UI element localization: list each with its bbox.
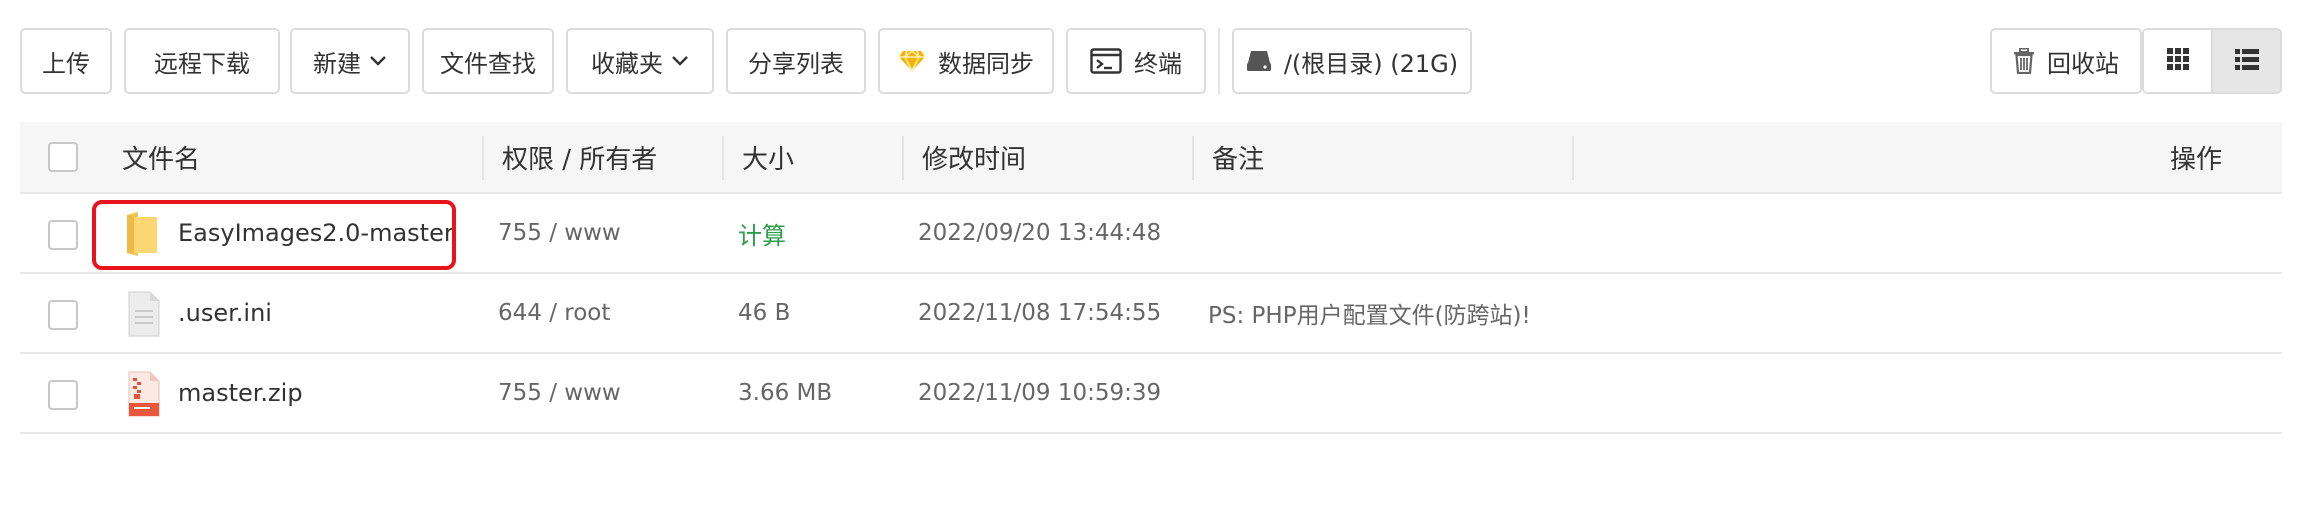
file-size: 3.66 MB <box>738 380 833 406</box>
new-dropdown-button[interactable]: 新建 <box>290 28 410 94</box>
toolbar: 上传 远程下载 新建 文件查找 收藏夹 分享列表 数据同步 终端 /(根目录) … <box>20 28 2282 96</box>
table-header: 文件名 权限 / 所有者 大小 修改时间 备注 操作 <box>20 122 2282 194</box>
disk-path-button[interactable]: /(根目录) (21G) <box>1232 28 1472 94</box>
upload-label: 上传 <box>42 49 90 78</box>
data-sync-label: 数据同步 <box>938 49 1034 78</box>
select-all-checkbox[interactable] <box>48 142 78 172</box>
zip-file-icon <box>128 371 160 417</box>
header-file-name[interactable]: 文件名 <box>122 122 200 192</box>
header-actions: 操作 <box>2170 144 2223 175</box>
file-name-link[interactable]: .user.ini <box>178 274 272 352</box>
diamond-icon <box>898 49 926 73</box>
row-checkbox[interactable] <box>48 380 78 410</box>
recycle-bin-label: 回收站 <box>2047 49 2119 78</box>
column-resize-handle[interactable] <box>902 136 904 180</box>
data-sync-button[interactable]: 数据同步 <box>878 28 1054 94</box>
favorites-label: 收藏夹 <box>591 49 663 78</box>
header-remark: 备注 <box>1212 144 1265 175</box>
grid-view-button[interactable] <box>2144 30 2211 92</box>
column-resize-handle[interactable] <box>482 136 484 180</box>
column-resize-handle[interactable] <box>1192 136 1194 180</box>
upload-button[interactable]: 上传 <box>20 28 112 94</box>
list-icon <box>2234 47 2260 75</box>
remote-download-label: 远程下载 <box>154 49 250 78</box>
column-resize-handle[interactable] <box>1572 136 1574 180</box>
text-file-icon <box>128 291 160 337</box>
file-name-link[interactable]: master.zip <box>178 354 303 432</box>
toolbar-divider <box>1218 28 1220 94</box>
file-permission[interactable]: 755 / www <box>498 354 621 432</box>
file-search-label: 文件查找 <box>440 49 536 78</box>
share-list-button[interactable]: 分享列表 <box>726 28 866 94</box>
hard-drive-icon <box>1246 49 1272 73</box>
new-label: 新建 <box>313 49 361 78</box>
favorites-dropdown-button[interactable]: 收藏夹 <box>566 28 714 94</box>
file-permission[interactable]: 644 / root <box>498 274 610 352</box>
view-toggle-group <box>2142 28 2282 94</box>
file-remark[interactable]: PS: PHP用户配置文件(防跨站)! <box>1208 274 1531 352</box>
terminal-label: 终端 <box>1134 49 1182 78</box>
column-resize-handle[interactable] <box>722 136 724 180</box>
share-list-label: 分享列表 <box>748 49 844 78</box>
header-size[interactable]: 大小 <box>742 122 794 192</box>
chevron-down-icon <box>671 55 689 67</box>
folder-icon <box>126 211 158 256</box>
file-search-button[interactable]: 文件查找 <box>422 28 554 94</box>
row-checkbox[interactable] <box>48 300 78 330</box>
recycle-bin-button[interactable]: 回收站 <box>1990 28 2142 94</box>
disk-path-label: /(根目录) (21G) <box>1283 49 1459 78</box>
file-permission[interactable]: 755 / www <box>498 194 621 272</box>
terminal-button[interactable]: 终端 <box>1066 28 1206 94</box>
table-row[interactable]: master.zip 755 / www 3.66 MB 2022/11/09 … <box>20 354 2282 434</box>
trash-icon <box>2013 48 2035 74</box>
row-checkbox[interactable] <box>48 220 78 250</box>
header-permission-owner[interactable]: 权限 / 所有者 <box>502 122 657 192</box>
header-modified-time[interactable]: 修改时间 <box>922 122 1026 192</box>
terminal-icon <box>1090 48 1122 74</box>
file-modified-time: 2022/09/20 13:44:48 <box>918 220 1162 246</box>
calculate-size-link[interactable]: 计算 <box>738 194 786 272</box>
chevron-down-icon <box>369 55 387 67</box>
file-modified-time: 2022/11/08 17:54:55 <box>918 300 1162 326</box>
file-size: 46 B <box>738 300 791 326</box>
list-view-button[interactable] <box>2211 30 2280 92</box>
file-modified-time: 2022/11/09 10:59:39 <box>918 380 1162 406</box>
file-table: 文件名 权限 / 所有者 大小 修改时间 备注 操作 EasyImages2.0… <box>20 122 2282 434</box>
grid-icon <box>2166 47 2190 75</box>
file-name-link[interactable]: EasyImages2.0-master <box>178 194 454 272</box>
remote-download-button[interactable]: 远程下载 <box>124 28 280 94</box>
table-row[interactable]: .user.ini 644 / root 46 B 2022/11/08 17:… <box>20 274 2282 354</box>
table-row[interactable]: EasyImages2.0-master 755 / www 计算 2022/0… <box>20 194 2282 274</box>
